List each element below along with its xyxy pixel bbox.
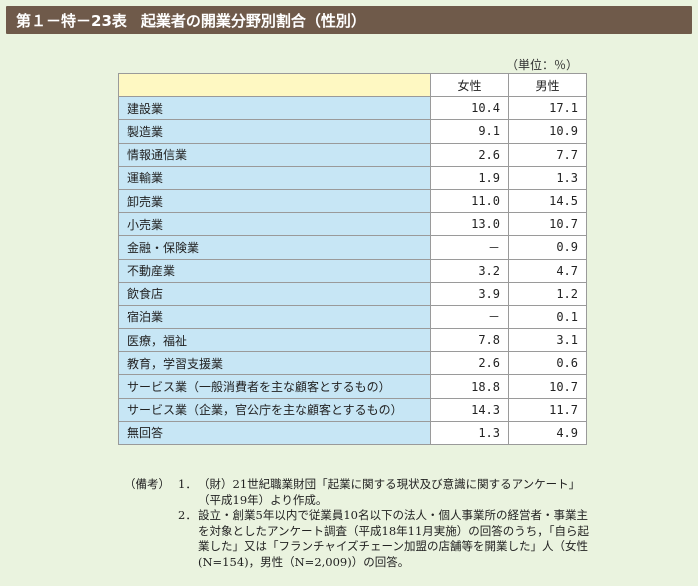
female-value-cell: 7.8 (430, 328, 509, 353)
table-row: 飲食店 3.9 1.2 (118, 281, 587, 306)
header-female: 女性 (430, 72, 509, 98)
table-row: 宿泊業－ 0.1 (118, 304, 587, 330)
category-cell: 不動産業 (118, 258, 431, 283)
male-value-cell: 4.7 (508, 258, 587, 283)
category-cell: 卸売業 (118, 188, 431, 214)
unit-label: （単位：％） (505, 58, 578, 72)
female-value-cell: － (430, 235, 509, 260)
male-value-cell: 3.1 (508, 328, 587, 353)
table-row: 無回答 1.3 4.9 (118, 420, 587, 446)
table-row: 不動産業 3.2 4.7 (118, 258, 587, 283)
male-value-cell: 17.1 (508, 96, 587, 121)
category-cell: 小売業 (118, 212, 431, 237)
female-value-cell: 2.6 (430, 351, 509, 376)
category-cell: 運輸業 (118, 165, 431, 190)
table-title: 起業者の開業分野別割合（性別） (140, 11, 366, 30)
note-text: 設立・創業5年以内で従業員10名以下の法人・個人事業所の経営者・事業主を対象とし… (198, 508, 590, 569)
table-row: 建設業 10.4 17.1 (118, 96, 587, 121)
female-value-cell: － (430, 304, 509, 330)
category-cell: 宿泊業 (118, 304, 431, 330)
header-male: 男性 (508, 72, 587, 98)
notes: （備考） 1． （財）21世紀職業財団「起業に関する現状及び意識に関するアンケー… (124, 477, 594, 570)
male-value-cell: 4.9 (508, 420, 587, 446)
male-value-cell: 0.1 (508, 304, 587, 330)
female-value-cell: 3.9 (430, 281, 509, 306)
category-cell: 無回答 (118, 420, 431, 446)
table-row: 運輸業 1.9 1.3 (118, 165, 587, 190)
table-row: 情報通信業 2.6 7.7 (118, 142, 587, 167)
female-value-cell: 9.1 (430, 119, 509, 144)
male-value-cell: 10.7 (508, 374, 587, 399)
category-cell: サービス業（企業，官公庁を主な顧客とするもの） (118, 397, 431, 422)
female-value-cell: 18.8 (430, 374, 509, 399)
category-cell: 建設業 (118, 96, 431, 121)
category-cell: 医療，福祉 (118, 328, 431, 353)
category-cell: 情報通信業 (118, 142, 431, 167)
male-value-cell: 10.9 (508, 119, 587, 144)
table-row: 金融・保険業－ 0.9 (118, 235, 587, 260)
note-text: （財）21世紀職業財団「起業に関する現状及び意識に関するアンケート」（平成19年… (198, 477, 581, 507)
table-title-bar: 第１－特－23表 起業者の開業分野別割合（性別） (6, 6, 692, 34)
male-value-cell: 0.6 (508, 351, 587, 376)
male-value-cell: 14.5 (508, 188, 587, 214)
category-cell: 教育，学習支援業 (118, 351, 431, 376)
table-number: 第１－特－23表 (16, 11, 127, 30)
female-value-cell: 3.2 (430, 258, 509, 283)
note-item: （備考） 1． （財）21世紀職業財団「起業に関する現状及び意識に関するアンケー… (124, 477, 594, 508)
female-value-cell: 13.0 (430, 212, 509, 237)
male-value-cell: 10.7 (508, 212, 587, 237)
male-value-cell: 11.7 (508, 397, 587, 422)
note-number: 2． (178, 508, 197, 522)
male-value-cell: 1.2 (508, 281, 587, 306)
table-row: 製造業 9.1 10.9 (118, 119, 587, 144)
category-cell: 製造業 (118, 119, 431, 144)
data-table: 女性 男性 建設業 10.4 17.1 製造業 9.1 10.9 情報通信業 2.6 7.7 運輸… (118, 72, 587, 446)
male-value-cell: 7.7 (508, 142, 587, 167)
table-row: 医療，福祉 7.8 3.1 (118, 328, 587, 353)
table-row: サービス業（企業，官公庁を主な顧客とするもの） 14.3 11.7 (118, 397, 587, 422)
note-number: 1． (178, 477, 197, 491)
note-item: 2． 設立・創業5年以内で従業員10名以下の法人・個人事業所の経営者・事業主を対… (124, 508, 594, 570)
table-row: 卸売業 11.0 14.5 (118, 188, 587, 214)
female-value-cell: 2.6 (430, 142, 509, 167)
female-value-cell: 11.0 (430, 188, 509, 214)
category-cell: 金融・保険業 (118, 235, 431, 260)
category-cell: サービス業（一般消費者を主な顧客とするもの） (118, 374, 431, 399)
header-blank-cell (118, 72, 431, 98)
notes-label: （備考） (124, 477, 170, 491)
female-value-cell: 1.3 (430, 420, 509, 446)
table-row: 小売業 13.0 10.7 (118, 212, 587, 237)
table-row: サービス業（一般消費者を主な顧客とするもの） 18.8 10.7 (118, 374, 587, 399)
category-cell: 飲食店 (118, 281, 431, 306)
header-row: 女性 男性 (118, 72, 587, 98)
male-value-cell: 1.3 (508, 165, 587, 190)
table-row: 教育，学習支援業 2.6 0.6 (118, 351, 587, 376)
notes-label-spacer (124, 508, 178, 570)
female-value-cell: 14.3 (430, 397, 509, 422)
male-value-cell: 0.9 (508, 235, 587, 260)
female-value-cell: 10.4 (430, 96, 509, 121)
female-value-cell: 1.9 (430, 165, 509, 190)
